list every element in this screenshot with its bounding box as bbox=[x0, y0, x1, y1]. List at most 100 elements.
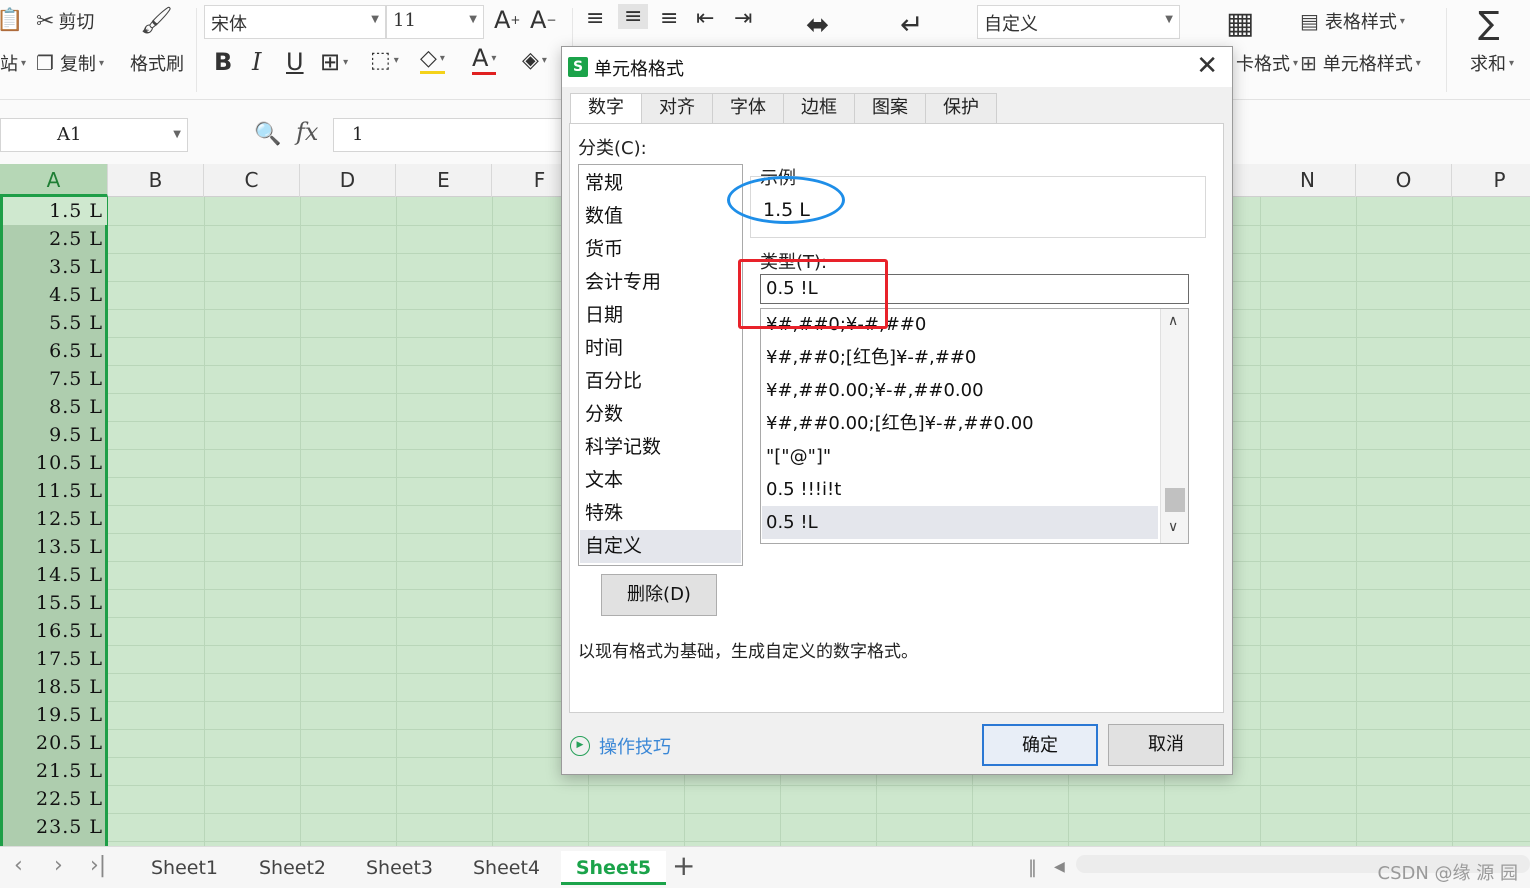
align-middle-icon[interactable]: ≡ bbox=[618, 4, 649, 29]
align-top-icon[interactable]: ≡ bbox=[586, 6, 604, 31]
sheet-tab-3[interactable]: Sheet3 bbox=[347, 851, 452, 885]
category-list[interactable]: 常规 数值 货币 会计专用 日期 时间 百分比 分数 科学记数 文本 特殊 自定义 bbox=[578, 164, 743, 566]
font-name-select[interactable]: 宋体 ▼ bbox=[204, 5, 386, 39]
cell-a20[interactable]: 20.5 L bbox=[3, 729, 107, 757]
table-style-button[interactable]: ▤ 表格样式 ▾ bbox=[1300, 8, 1405, 34]
add-sheet-icon[interactable]: + bbox=[672, 849, 695, 882]
category-item[interactable]: 自定义 bbox=[580, 530, 741, 563]
first-sheet-icon[interactable]: ‹ bbox=[14, 853, 23, 878]
ok-button[interactable]: 确定 bbox=[982, 724, 1098, 766]
cell-a8[interactable]: 8.5 L bbox=[3, 393, 107, 421]
category-item[interactable]: 百分比 bbox=[580, 365, 741, 398]
category-item[interactable]: 特殊 bbox=[580, 497, 741, 530]
cell-a2[interactable]: 2.5 L bbox=[3, 225, 107, 253]
scrollbar-thumb[interactable] bbox=[1165, 488, 1185, 512]
tab-number[interactable]: 数字 bbox=[570, 93, 642, 125]
type-list[interactable]: ¥#,##0;¥-#,##0 ¥#,##0;[红色]¥-#,##0 ¥#,##0.0… bbox=[760, 308, 1189, 544]
format-painter-button[interactable]: 格式刷 bbox=[130, 50, 184, 76]
merge-cells-icon[interactable]: ⬌ bbox=[806, 8, 829, 41]
close-icon[interactable]: ✕ bbox=[1196, 51, 1218, 81]
delete-button[interactable]: 删除(D) bbox=[601, 574, 717, 616]
category-item[interactable]: 科学记数 bbox=[580, 431, 741, 464]
font-size-select[interactable]: 11 ▼ bbox=[386, 5, 484, 39]
cell-a21[interactable]: 21.5 L bbox=[3, 757, 107, 785]
wrap-text-icon[interactable]: ↵ bbox=[900, 8, 923, 41]
tab-font[interactable]: 字体 bbox=[712, 93, 784, 123]
last-sheet-icon[interactable]: ›| bbox=[90, 853, 106, 878]
column-header-e[interactable]: E bbox=[396, 164, 492, 197]
category-item[interactable]: 常规 bbox=[580, 167, 741, 200]
paste-icon[interactable]: 📋 bbox=[0, 8, 23, 33]
indent-icon[interactable]: ⇥ bbox=[734, 6, 752, 31]
sheet-tab-1[interactable]: Sheet1 bbox=[132, 851, 237, 885]
cell-a6[interactable]: 6.5 L bbox=[3, 337, 107, 365]
cell-a18[interactable]: 18.5 L bbox=[3, 673, 107, 701]
type-list-scrollbar[interactable]: ∧ ∨ bbox=[1160, 309, 1188, 543]
next-sheet-icon[interactable]: › bbox=[54, 853, 63, 878]
decrease-font-icon[interactable]: A − bbox=[530, 6, 556, 34]
fx-icon[interactable]: fx bbox=[296, 118, 318, 146]
scroll-left-icon[interactable]: ◀ bbox=[1054, 859, 1065, 875]
fill-pattern-icon[interactable]: ⬚ ▾ bbox=[370, 48, 399, 73]
cell-a23[interactable]: 23.5 L bbox=[3, 813, 107, 841]
cell-a16[interactable]: 16.5 L bbox=[3, 617, 107, 645]
category-item[interactable]: 分数 bbox=[580, 398, 741, 431]
border-icon[interactable]: ⊞ ▾ bbox=[320, 48, 348, 76]
type-item[interactable]: 0.5 !!!i!t bbox=[762, 473, 1158, 506]
conditional-format-button[interactable]: 卡格式 ▾ bbox=[1236, 50, 1298, 76]
column-header-a[interactable]: A bbox=[0, 164, 108, 197]
italic-icon[interactable]: I bbox=[252, 48, 261, 76]
eraser-icon[interactable]: ◈ ▾ bbox=[522, 48, 547, 73]
type-item[interactable]: "["@"]" bbox=[762, 440, 1158, 473]
cancel-button[interactable]: 取消 bbox=[1108, 724, 1224, 766]
sigma-icon[interactable]: ∑ bbox=[1478, 4, 1500, 42]
tab-border[interactable]: 边框 bbox=[783, 93, 855, 123]
cell-a15[interactable]: 15.5 L bbox=[3, 589, 107, 617]
increase-font-icon[interactable]: A + bbox=[494, 6, 520, 34]
cell-a5[interactable]: 5.5 L bbox=[3, 309, 107, 337]
cell-a4[interactable]: 4.5 L bbox=[3, 281, 107, 309]
sheet-tab-4[interactable]: Sheet4 bbox=[454, 851, 559, 885]
type-item[interactable]: ¥#,##0.00;[红色]¥-#,##0.00 bbox=[762, 407, 1158, 440]
cell-a22[interactable]: 22.5 L bbox=[3, 785, 107, 813]
column-a-selection[interactable]: 1.5 L 2.5 L 3.5 L 4.5 L 5.5 L 6.5 L 7.5 L 8.5 L… bbox=[0, 197, 108, 846]
cell-a10[interactable]: 10.5 L bbox=[3, 449, 107, 477]
cell-a11[interactable]: 11.5 L bbox=[3, 477, 107, 505]
column-header-b[interactable]: B bbox=[108, 164, 204, 197]
category-item[interactable]: 货币 bbox=[580, 233, 741, 266]
align-bottom-icon[interactable]: ≡ bbox=[660, 6, 678, 31]
cell-a14[interactable]: 14.5 L bbox=[3, 561, 107, 589]
name-box[interactable]: A1 ▼ bbox=[0, 118, 188, 152]
table-grid-icon[interactable]: ▦ bbox=[1226, 6, 1254, 41]
number-format-select[interactable]: 自定义 ▼ bbox=[977, 5, 1180, 39]
cell-a12[interactable]: 12.5 L bbox=[3, 505, 107, 533]
cell-a13[interactable]: 13.5 L bbox=[3, 533, 107, 561]
column-header-p[interactable]: P bbox=[1452, 164, 1530, 197]
column-header-d[interactable]: D bbox=[300, 164, 396, 197]
cell-a19[interactable]: 19.5 L bbox=[3, 701, 107, 729]
font-color-icon[interactable]: A ▾ bbox=[472, 44, 497, 75]
column-header-n[interactable]: N bbox=[1260, 164, 1356, 197]
underline-icon[interactable]: U bbox=[286, 48, 304, 76]
tab-pattern[interactable]: 图案 bbox=[854, 93, 926, 123]
category-item[interactable]: 文本 bbox=[580, 464, 741, 497]
cell-a7[interactable]: 7.5 L bbox=[3, 365, 107, 393]
type-item[interactable]: ¥#,##0;[红色]¥-#,##0 bbox=[762, 341, 1158, 374]
category-item[interactable]: 日期 bbox=[580, 299, 741, 332]
cell-style-button[interactable]: ⊞ 单元格样式 ▾ bbox=[1300, 50, 1421, 76]
type-item[interactable]: 0.5 !L bbox=[762, 506, 1158, 539]
column-header-o[interactable]: O bbox=[1356, 164, 1452, 197]
cell-a17[interactable]: 17.5 L bbox=[3, 645, 107, 673]
sheet-tab-2[interactable]: Sheet2 bbox=[240, 851, 345, 885]
bold-icon[interactable]: B bbox=[214, 48, 232, 76]
cut-button[interactable]: ✂ 剪切 bbox=[36, 8, 94, 34]
cell-a1[interactable]: 1.5 L bbox=[3, 197, 107, 225]
category-item[interactable]: 会计专用 bbox=[580, 266, 741, 299]
tab-protection[interactable]: 保护 bbox=[925, 93, 997, 123]
scroll-down-icon[interactable]: ∨ bbox=[1168, 519, 1178, 535]
sheet-tab-5[interactable]: Sheet5 bbox=[561, 851, 666, 885]
cell-a3[interactable]: 3.5 L bbox=[3, 253, 107, 281]
tips-link[interactable]: ▶ 操作技巧 bbox=[570, 733, 671, 759]
tab-alignment[interactable]: 对齐 bbox=[641, 93, 713, 123]
cell-a9[interactable]: 9.5 L bbox=[3, 421, 107, 449]
